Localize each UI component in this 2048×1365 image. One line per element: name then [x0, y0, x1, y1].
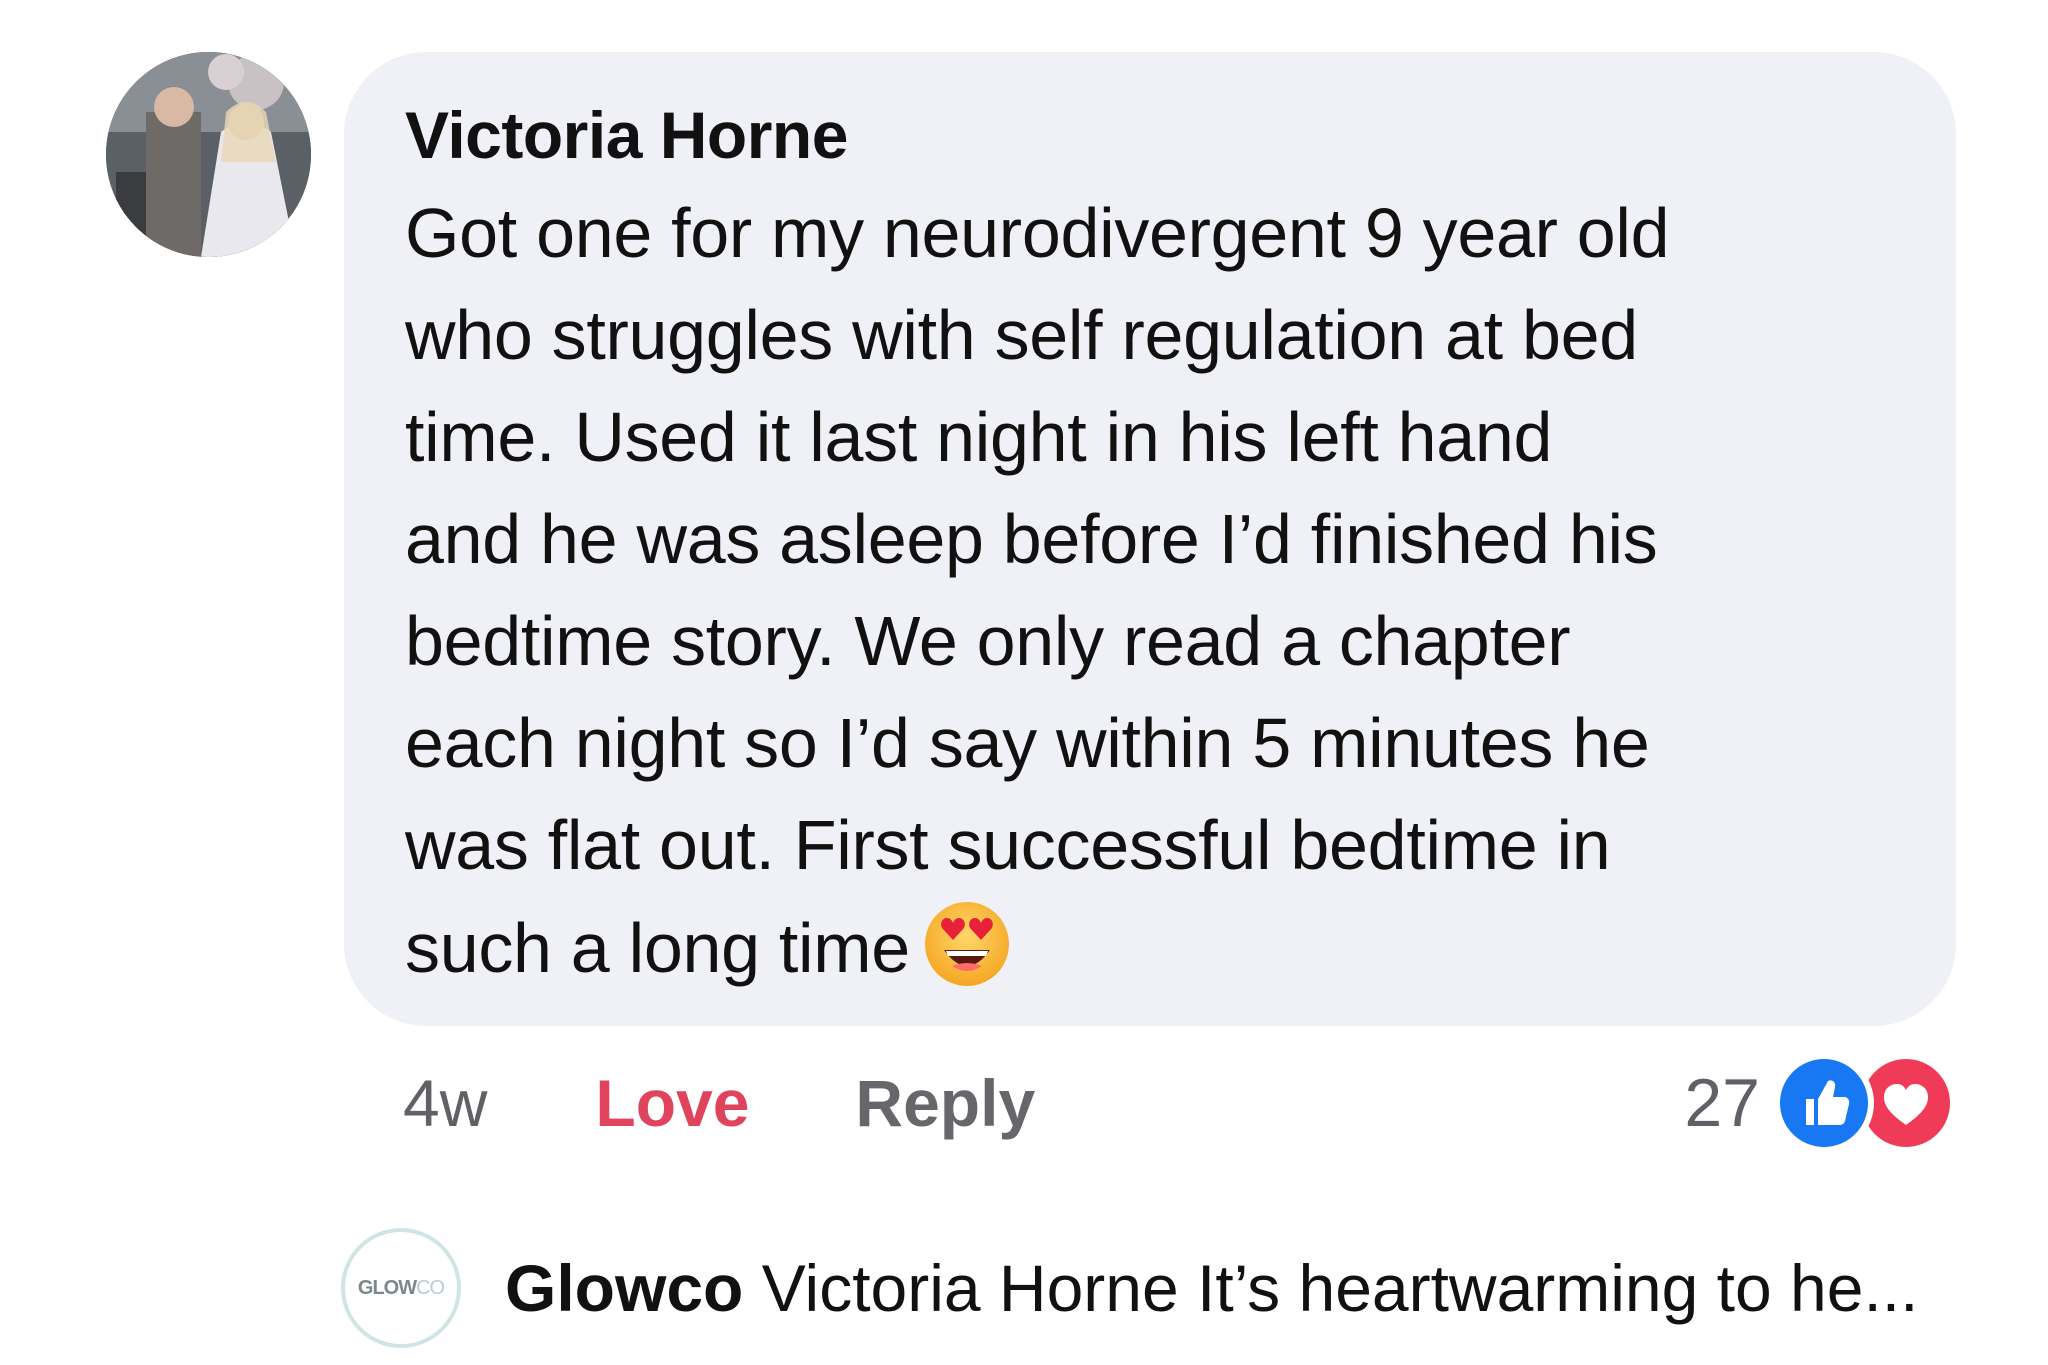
comment-bubble: Victoria Horne Got one for my neurodiver… — [344, 52, 1956, 1026]
comment-body: Got one for my neurodivergent 9 year old… — [405, 182, 1896, 999]
reaction-summary[interactable]: 27 — [1684, 1053, 1956, 1153]
comment-line: each night so I’d say within 5 minutes h… — [405, 704, 1650, 782]
logo-text-suffix: CO — [416, 1276, 445, 1299]
reply-button[interactable]: Reply — [855, 1065, 1035, 1141]
reaction-count: 27 — [1684, 1065, 1760, 1141]
heart-eyes-emoji-icon — [924, 902, 1009, 986]
commenter-avatar[interactable] — [106, 52, 311, 257]
comment-actions: 4w Love Reply — [403, 1058, 1035, 1148]
comment-line: bedtime story. We only read a chapter — [405, 602, 1571, 680]
comment-line: and he was asleep before I’d finished hi… — [405, 500, 1658, 578]
comment-author-name[interactable]: Victoria Horne — [405, 88, 1896, 182]
reply-snippet: Victoria Horne It’s heartwarming to he..… — [761, 1251, 1919, 1325]
comment-line: such a long time — [405, 909, 910, 987]
comment-line: who struggles with self regulation at be… — [405, 296, 1638, 374]
comment-line: time. Used it last night in his left han… — [405, 398, 1553, 476]
comment-timestamp[interactable]: 4w — [403, 1065, 487, 1141]
like-icon — [1774, 1053, 1874, 1153]
comment-thread: Victoria Horne Got one for my neurodiver… — [0, 0, 2048, 1365]
reply-text: Glowco Victoria Horne It’s heartwarming … — [505, 1250, 1918, 1326]
comment-line: was flat out. First successful bedtime i… — [405, 806, 1611, 884]
reply-preview[interactable]: GLOWCO Glowco Victoria Horne It’s heartw… — [341, 1225, 1918, 1351]
avatar-photo — [106, 52, 311, 257]
love-reaction-button[interactable]: Love — [595, 1065, 749, 1141]
reply-author-avatar[interactable]: GLOWCO — [341, 1228, 461, 1348]
glowco-logo: GLOWCO — [357, 1276, 445, 1300]
comment-line-last: such a long time — [405, 896, 1896, 999]
logo-text-main: GLOW — [357, 1276, 417, 1299]
comment-line: Got one for my neurodivergent 9 year old — [405, 194, 1670, 272]
reply-author-name[interactable]: Glowco — [505, 1251, 743, 1325]
